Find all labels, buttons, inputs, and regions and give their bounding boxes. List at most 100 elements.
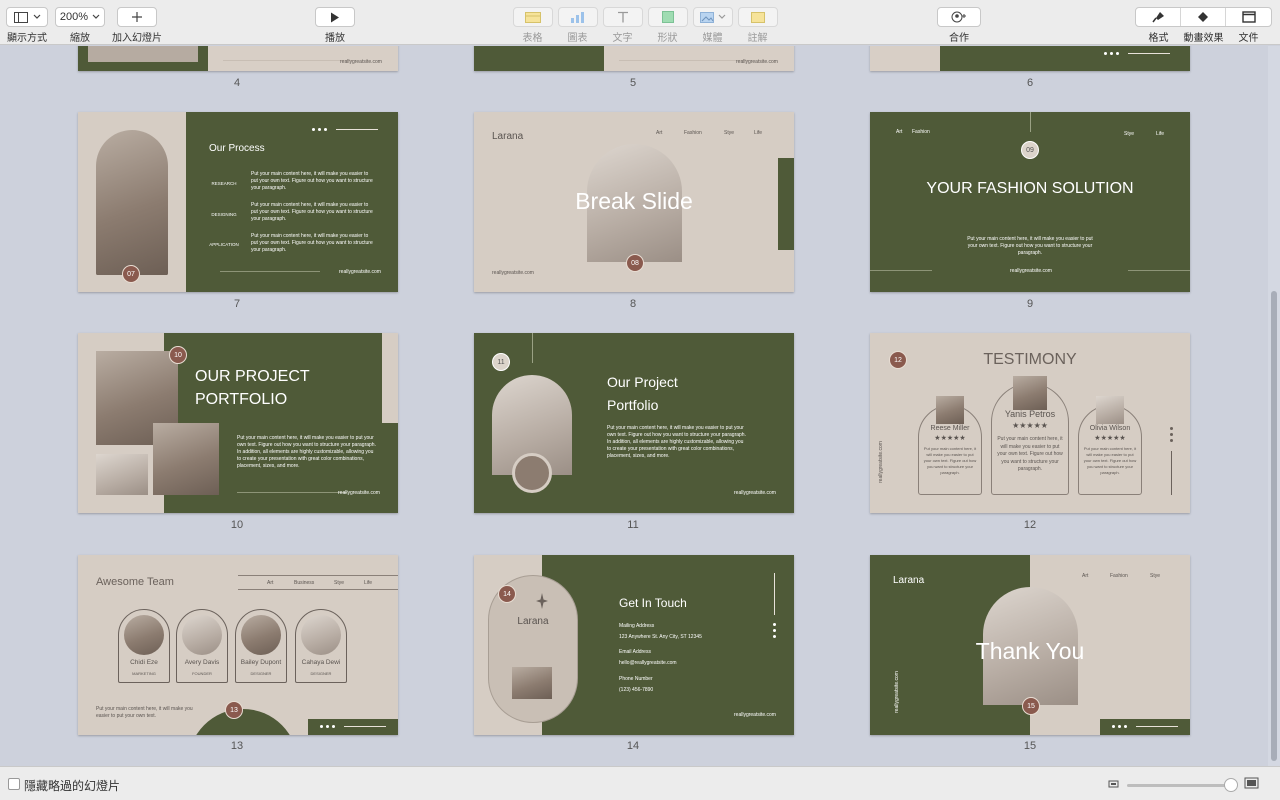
inspector-labels: 格式 動畫效果 文件 <box>1136 27 1271 44</box>
animate-icon <box>1198 12 1208 22</box>
slide-7-body-3: Put your main content here, it will make… <box>251 233 373 253</box>
slider-knob[interactable] <box>1224 778 1238 792</box>
slide-9-nav-4: Life <box>1156 131 1165 137</box>
slide-7-arrow <box>336 129 378 130</box>
slide-10-rule <box>237 492 347 493</box>
inspector-controls: 格式 動畫效果 文件 <box>1135 7 1272 44</box>
hide-skipped-checkbox[interactable] <box>8 778 20 790</box>
slide-14-photo <box>512 667 552 699</box>
slide-thumbnail-10[interactable]: 10 OUR PROJECT PORTFOLIO Put your main c… <box>78 333 398 513</box>
text-button[interactable] <box>602 7 643 27</box>
collaborate-control[interactable]: 合作 <box>937 7 981 44</box>
testimony-name-2: Yanis Petros <box>1004 409 1056 419</box>
slide-5-website: reallygreatsite.com <box>736 59 778 65</box>
insert-labels: 表格 圖表 文字 形狀 媒體 註解 <box>510 27 780 44</box>
slide-9-rule-left <box>870 270 932 271</box>
slide-thumbnail-5[interactable]: reallygreatsite.com <box>474 46 794 71</box>
slide-7-badge: 07 <box>122 265 140 283</box>
shape-button[interactable] <box>647 7 688 27</box>
testimony-text-2: Put your main content here, it will make… <box>997 436 1063 472</box>
slide-thumbnail-6[interactable] <box>870 46 1190 71</box>
slide-7-rule <box>220 271 320 272</box>
text-label: 文字 <box>612 33 633 44</box>
bottom-bar: 隱藏略過的幻燈片 <box>0 766 1280 800</box>
chart-button[interactable] <box>557 7 598 27</box>
table-icon <box>524 11 541 23</box>
media-button[interactable] <box>692 7 733 27</box>
vertical-scrollbar[interactable] <box>1268 46 1280 766</box>
view-button[interactable] <box>6 7 48 27</box>
slide-8-brand: Larana <box>492 131 524 142</box>
slide-13-arrow <box>344 726 386 727</box>
add-slide-button[interactable] <box>117 7 157 27</box>
slide-thumbnail-12[interactable]: 12 TESTIMONY reallygreatsite.com Reese M… <box>870 333 1190 513</box>
slide-9-rule-right <box>1128 270 1190 271</box>
testimony-name-1: Reese Miller <box>930 425 970 432</box>
slide-number: 12 <box>1023 519 1037 531</box>
slide-thumbnail-15[interactable]: Larana Art Fashion Stye Thank You 15 rea… <box>870 555 1190 735</box>
testimony-photo-1 <box>936 396 964 424</box>
slide-14-email-label: Email Address <box>619 649 651 655</box>
slide-thumbnail-8[interactable]: Larana Art Fashion Stye Life Break Slide… <box>474 112 794 292</box>
slide-14-brand: Larana <box>517 616 549 627</box>
slide-thumbnail-11[interactable]: 11 Our Project Portfolio Put your main c… <box>474 333 794 513</box>
slide-9-title: YOUR FASHION SOLUTION <box>926 180 1134 197</box>
view-control[interactable]: 顯示方式 <box>6 7 48 44</box>
slide-10-website: reallygreatsite.com <box>338 490 380 496</box>
slide-13-rule-top <box>238 575 398 576</box>
slide-thumbnail-7[interactable]: Our Process RESEARCH DESIGNING APPLICATI… <box>78 112 398 292</box>
add-slide-control[interactable]: 加入幻燈片 <box>112 7 162 44</box>
slide-4-website: reallygreatsite.com <box>340 59 382 65</box>
slide-thumbnail-4[interactable]: reallygreatsite.com <box>78 46 398 71</box>
slide-14-email-value: hello@reallygreatsite.com <box>619 660 677 666</box>
slide-13-nav-3: Stye <box>334 580 345 586</box>
slide-11-divider <box>532 333 533 363</box>
team-photo-2 <box>182 615 222 655</box>
slide-14-phone-label: Phone Number <box>619 676 653 682</box>
slide-7-step-3: APPLICATION <box>209 242 239 247</box>
format-label: 格式 <box>1148 33 1169 44</box>
slide-11-badge: 11 <box>492 353 510 371</box>
team-role-2: FOUNDER <box>192 671 212 676</box>
shape-icon <box>661 11 674 23</box>
table-button[interactable] <box>512 7 553 27</box>
slide-10-photo-2 <box>96 454 148 495</box>
slide-thumbnail-9[interactable]: Art Fashion Stye Life 09 YOUR FASHION SO… <box>870 112 1190 292</box>
media-label: 媒體 <box>702 33 723 44</box>
collaborate-button[interactable] <box>937 7 981 27</box>
team-name-1: Chidi Eze <box>130 659 158 666</box>
play-button[interactable] <box>315 7 355 27</box>
slide-number: 6 <box>1026 77 1034 89</box>
slide-13-body: Put your main content here, it will make… <box>96 706 193 719</box>
thumbnail-size-slider[interactable] <box>1127 784 1231 787</box>
testimony-stars-2: ★★★★★ <box>1012 421 1048 430</box>
slide-13-nav-4: Life <box>364 580 373 586</box>
slide-12-badge: 12 <box>889 351 907 369</box>
comment-button[interactable] <box>737 7 778 27</box>
slide-4-rule <box>223 60 353 61</box>
slide-thumbnail-13[interactable]: Awesome Team Art Business Stye Life Chid… <box>78 555 398 735</box>
slide-8-title: Break Slide <box>575 188 693 214</box>
slide-13-badge: 13 <box>225 701 243 719</box>
chart-label: 圖表 <box>567 33 588 44</box>
slide-7-website: reallygreatsite.com <box>339 269 381 275</box>
shape-label: 形狀 <box>657 33 678 44</box>
slide-number: 8 <box>629 298 637 310</box>
testimony-text-1: Put your main content here, it will make… <box>923 446 977 475</box>
animate-button[interactable] <box>1181 8 1226 26</box>
zoom-control[interactable]: 200% 縮放 <box>55 7 105 44</box>
add-slide-label: 加入幻燈片 <box>112 33 162 44</box>
slide-11-title-2: Portfolio <box>607 397 659 413</box>
hide-skipped-label[interactable]: 隱藏略過的幻燈片 <box>24 777 120 794</box>
slide-11-circle-photo <box>512 453 552 493</box>
slide-thumbnail-14[interactable]: 14 Larana Get In Touch Mailing Address 1… <box>474 555 794 735</box>
slide-9-nav-3: Stye <box>1124 131 1135 137</box>
scrollbar-thumb[interactable] <box>1271 291 1277 761</box>
zoom-select[interactable]: 200% <box>55 7 105 27</box>
slide-11-website: reallygreatsite.com <box>734 490 776 496</box>
document-button[interactable] <box>1226 8 1271 26</box>
chevron-down-icon <box>718 14 725 19</box>
format-button[interactable] <box>1136 8 1181 26</box>
slide-6-arrow <box>1128 53 1170 54</box>
play-control[interactable]: 播放 <box>315 7 355 44</box>
